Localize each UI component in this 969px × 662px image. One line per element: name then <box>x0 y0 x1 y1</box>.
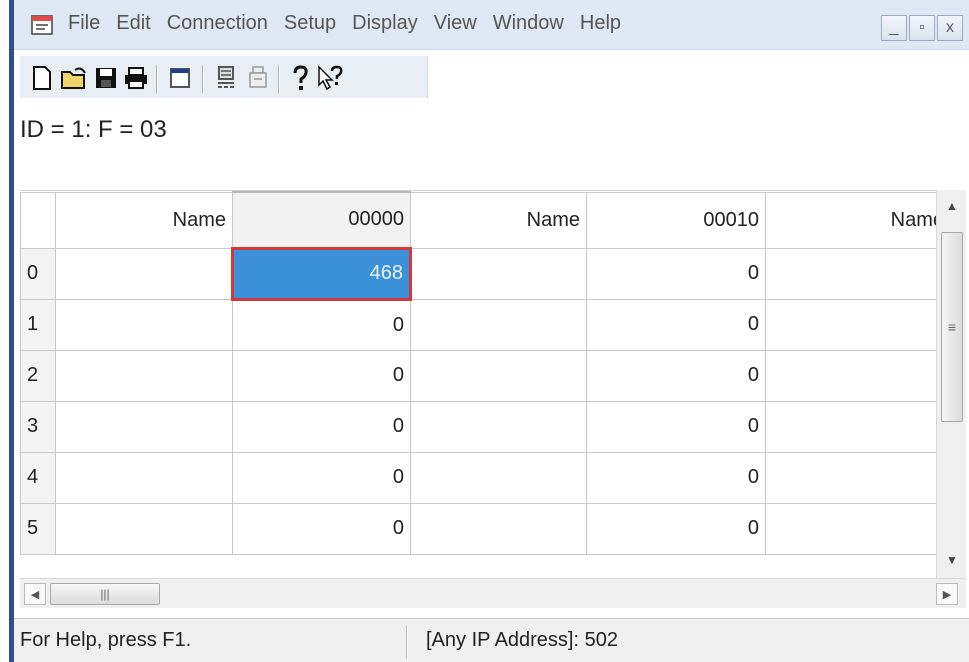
value-cell[interactable]: 0 <box>586 451 766 504</box>
register-grid: Name 00000 Name 00010 Name 0 468 0 1 0 0… <box>20 190 966 608</box>
column-header-address[interactable]: 00010 <box>586 191 766 249</box>
menu-window[interactable]: Window <box>493 12 564 35</box>
menu-file[interactable]: File <box>68 12 100 35</box>
column-header-name[interactable]: Name <box>55 191 233 249</box>
disconnect-icon[interactable] <box>244 64 272 92</box>
name-cell[interactable] <box>410 349 587 402</box>
scroll-left-arrow-icon[interactable]: ◀ <box>24 583 46 605</box>
menu-view[interactable]: View <box>434 12 477 35</box>
value-cell[interactable]: 0 <box>232 349 411 402</box>
slave-id-function-line: ID = 1: F = 03 <box>20 116 167 143</box>
menu-display[interactable]: Display <box>352 12 418 35</box>
value-cell[interactable]: 0 <box>232 298 411 351</box>
table-row: 1 0 0 <box>20 298 951 351</box>
name-cell[interactable] <box>765 298 951 351</box>
column-header-address[interactable]: 00000 <box>232 191 411 249</box>
window-left-edge <box>0 0 14 662</box>
name-cell[interactable] <box>765 349 951 402</box>
table-row: 5 0 0 <box>20 502 951 555</box>
row-number: 1 <box>20 298 56 351</box>
name-cell[interactable] <box>410 502 587 555</box>
row-number: 0 <box>20 247 56 300</box>
value-cell[interactable]: 0 <box>586 298 766 351</box>
table-row: 4 0 0 <box>20 451 951 504</box>
horizontal-scroll-thumb[interactable]: ||| <box>50 583 160 605</box>
status-ip-address: [Any IP Address]: 502 <box>426 629 618 651</box>
vertical-scrollbar[interactable]: ▲ ≡ ▼ <box>936 190 966 608</box>
menubar: File Edit Connection Setup Display View … <box>14 0 969 50</box>
menu-help[interactable]: Help <box>580 12 621 35</box>
value-cell[interactable]: 0 <box>232 502 411 555</box>
value-cell[interactable]: 0 <box>232 400 411 453</box>
row-number: 3 <box>20 400 56 453</box>
name-cell[interactable] <box>410 298 587 351</box>
statusbar: For Help, press F1. [Any IP Address]: 50… <box>14 618 969 662</box>
status-divider <box>406 625 408 659</box>
status-help-text: For Help, press F1. <box>20 629 192 651</box>
minimize-button[interactable]: _ <box>881 15 907 41</box>
scroll-right-arrow-icon[interactable]: ▶ <box>936 583 958 605</box>
name-cell[interactable] <box>55 502 233 555</box>
value-cell[interactable]: 0 <box>232 451 411 504</box>
save-disk-icon[interactable] <box>92 64 120 92</box>
vertical-scroll-thumb[interactable]: ≡ <box>941 232 963 422</box>
column-header-name[interactable]: Name <box>410 191 587 249</box>
scroll-down-arrow-icon[interactable]: ▼ <box>937 546 967 574</box>
name-cell[interactable] <box>765 400 951 453</box>
name-cell[interactable] <box>55 451 233 504</box>
toolbar <box>14 50 969 105</box>
restore-button[interactable]: ▫ <box>909 15 935 41</box>
toolbar-separator <box>156 65 158 93</box>
value-cell[interactable]: 0 <box>586 349 766 402</box>
help-icon[interactable] <box>286 64 314 92</box>
menu-edit[interactable]: Edit <box>116 12 150 35</box>
row-number: 4 <box>20 451 56 504</box>
value-cell[interactable]: 0 <box>586 247 766 300</box>
app-icon[interactable] <box>30 12 56 36</box>
name-cell[interactable] <box>55 400 233 453</box>
horizontal-scrollbar[interactable]: ◀ ||| ▶ <box>20 578 966 608</box>
name-cell[interactable] <box>55 247 233 300</box>
name-cell[interactable] <box>765 502 951 555</box>
menu-setup[interactable]: Setup <box>284 12 336 35</box>
print-icon[interactable] <box>122 64 150 92</box>
name-cell[interactable] <box>765 451 951 504</box>
open-folder-icon[interactable] <box>60 64 88 92</box>
name-cell[interactable] <box>410 400 587 453</box>
window-controls: _ ▫ x <box>881 15 963 41</box>
name-cell[interactable] <box>765 247 951 300</box>
context-help-icon[interactable] <box>316 64 344 92</box>
row-number: 2 <box>20 349 56 402</box>
selected-value-cell[interactable]: 468 <box>231 246 412 301</box>
scroll-up-arrow-icon[interactable]: ▲ <box>937 192 967 220</box>
value-cell[interactable]: 0 <box>586 502 766 555</box>
menu-connection[interactable]: Connection <box>167 12 268 35</box>
table-row: 0 468 0 <box>20 246 951 301</box>
table-row: 3 0 0 <box>20 400 951 453</box>
toolbar-strip <box>20 56 428 98</box>
name-cell[interactable] <box>55 298 233 351</box>
name-cell[interactable] <box>410 247 587 300</box>
window-icon[interactable] <box>166 64 194 92</box>
register-table: Name 00000 Name 00010 Name 0 468 0 1 0 0… <box>20 191 951 555</box>
table-row: 2 0 0 <box>20 349 951 402</box>
toolbar-separator <box>202 65 204 93</box>
connect-icon[interactable] <box>212 64 240 92</box>
column-header-name[interactable]: Name <box>765 191 951 249</box>
corner-header <box>20 191 56 249</box>
close-button[interactable]: x <box>937 15 963 41</box>
name-cell[interactable] <box>55 349 233 402</box>
name-cell[interactable] <box>410 451 587 504</box>
toolbar-separator <box>278 65 280 93</box>
row-number: 5 <box>20 502 56 555</box>
value-cell[interactable]: 0 <box>586 400 766 453</box>
new-document-icon[interactable] <box>28 64 56 92</box>
